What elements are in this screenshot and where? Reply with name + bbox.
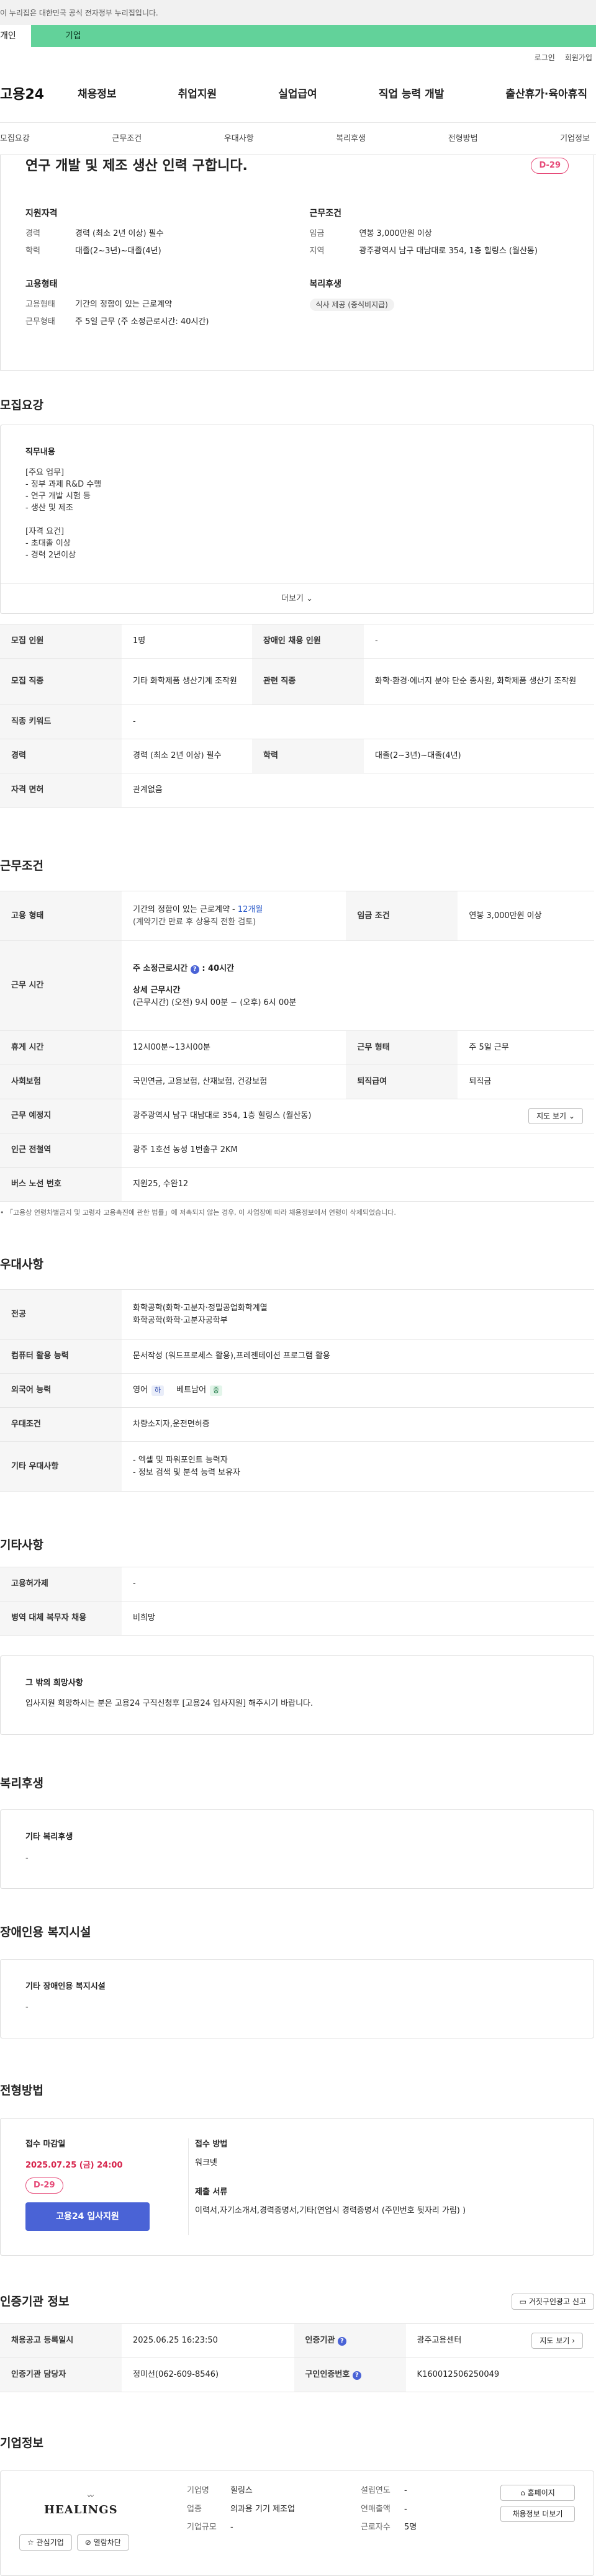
summary-welfare: 복리후생 식사 제공 (중식비지급) bbox=[309, 278, 569, 333]
section-title-recruit: 모집요강 bbox=[0, 399, 43, 412]
info-icon[interactable]: ? bbox=[337, 2336, 346, 2346]
duty-line bbox=[25, 514, 569, 526]
level-tag: 중 bbox=[210, 1385, 223, 1396]
util-links: 로그인 회원가입 bbox=[0, 47, 596, 67]
level-tag: 하 bbox=[151, 1385, 165, 1396]
recruit-table: 모집 인원 1명 장애인 채용 인원 - 모집 직종 기타 화학제품 생산기계 조작원… bbox=[0, 623, 594, 808]
anchor-conditions[interactable]: 근무조건 bbox=[112, 133, 142, 145]
anchor-preference[interactable]: 우대사항 bbox=[224, 133, 254, 145]
duty-line: [자격 요건] bbox=[25, 527, 65, 536]
summary-employment: 고용형태 고용형태 기간의 정함이 있는 근로계약 근무형태 주 5일 근무 (주 … bbox=[25, 279, 209, 327]
welfare-chip: 식사 제공 (중식비지급) bbox=[309, 299, 394, 311]
apply-button[interactable]: 고용24 입사지원 bbox=[25, 2202, 150, 2231]
duty-box: 직무내용 [주요 업무] - 정부 과제 R&D 수행 - 연구 개발 시험 등- … bbox=[0, 424, 594, 614]
info-icon[interactable]: ? bbox=[190, 965, 199, 974]
etc-table: 고용허가제 - 병역 대체 복무자 채용 비희망 bbox=[0, 1566, 594, 1636]
gnb-item-support[interactable]: 취업지원 bbox=[178, 87, 217, 103]
anchor-company[interactable]: 기업정보 bbox=[560, 133, 590, 145]
chevron-down-icon: ⌄ bbox=[306, 593, 313, 603]
duty-line: - 초대졸 이상 bbox=[25, 539, 71, 548]
duty-line: - 연구 개발 시험 등 bbox=[25, 492, 91, 501]
document-icon: ▭ bbox=[519, 2297, 527, 2307]
section-title-preference: 우대사항 bbox=[0, 1257, 43, 1271]
map-view-button[interactable]: 지도 보기 ⌄ bbox=[528, 1108, 583, 1124]
section-title-etc: 기타사항 bbox=[0, 1538, 43, 1552]
duty-line: - 생산 및 제조 bbox=[25, 503, 73, 513]
preference-table: 전공 화학공학(화학·고분자·정밀공업화학계열 화학공학(화학·고분자공학부 컴퓨… bbox=[0, 1289, 594, 1492]
gov-banner: 이 누리집은 대한민국 공식 전자정부 누리집입니다. bbox=[0, 0, 596, 25]
section-title-auth: 인증기관 정보 bbox=[0, 2295, 70, 2308]
chevron-down-icon: ⌄ bbox=[568, 1112, 575, 1120]
block-view-button[interactable]: ⊘ 열람차단 bbox=[76, 2534, 129, 2551]
duty-text: [주요 업무] - 정부 과제 R&D 수행 - 연구 개발 시험 등 - 생산 및 … bbox=[25, 467, 569, 561]
company-logo: 〰 HEALINGS bbox=[44, 2493, 118, 2516]
summary-conditions: 근무조건 임금 연봉 3,000만원 이상 지역 광주광역시 남구 대남대로 354… bbox=[309, 209, 538, 256]
anchor-recruit[interactable]: 모집요강 bbox=[0, 133, 30, 145]
block-icon: ⊘ bbox=[84, 2538, 91, 2547]
dday-badge: D-29 bbox=[25, 2177, 63, 2194]
info-icon[interactable]: ? bbox=[352, 2371, 361, 2380]
auth-table: 채용공고 등록일시 2025.06.25 16:23:50 인증기관 ? 광주고용… bbox=[0, 2323, 594, 2392]
gnb-item-leave[interactable]: 출산휴가·육아휴직 bbox=[505, 87, 587, 103]
summary-qualification: 지원자격 경력 경력 (최소 2년 이상) 필수 학력 대졸(2~3년)~대졸(4년… bbox=[25, 209, 164, 256]
anchor-welfare[interactable]: 복리후생 bbox=[336, 133, 366, 145]
site-logo[interactable]: 고용24 bbox=[0, 84, 78, 105]
job-title: 연구 개발 및 제조 생산 인력 구합니다. bbox=[25, 158, 248, 174]
deadline-value: 2025.07.25 (금) 24:00 bbox=[25, 2160, 123, 2170]
anchor-process[interactable]: 전형방법 bbox=[448, 133, 478, 145]
favorite-company-button[interactable]: ☆ 관심기업 bbox=[19, 2534, 72, 2551]
wish-box: 그 밖의 희망사항 입사지원 희망하시는 분은 고용24 구직신청후 [고용24… bbox=[0, 1655, 594, 1735]
conditions-table: 고용 형태 기간의 정함이 있는 근로계약 - 12개월 (계약기간 만료 후 … bbox=[0, 891, 594, 1202]
signup-link[interactable]: 회원가입 bbox=[565, 52, 592, 67]
star-icon: ☆ bbox=[27, 2538, 34, 2547]
user-type-tabs: 개인 기업 bbox=[0, 25, 596, 47]
job-summary-card: 연구 개발 및 제조 생산 인력 구합니다. D-29 지원자격 경력 경력 (최… bbox=[0, 155, 594, 371]
dday-badge: D-29 bbox=[531, 158, 569, 174]
gnb-item-unemployment[interactable]: 실업급여 bbox=[278, 87, 317, 103]
homepage-button[interactable]: ⌂ 홈페이지 bbox=[500, 2485, 575, 2501]
global-nav: 고용24 채용정보 취업지원 실업급여 직업 능력 개발 출산휴가·육아휴직 bbox=[0, 67, 596, 123]
law-note: • 「고용상 연령차별금지 및 고령자 고용촉진에 관한 법률」에 저촉되지 않… bbox=[0, 1209, 396, 1217]
agency-map-button[interactable]: 지도 보기 › bbox=[531, 2332, 583, 2349]
company-box: 〰 HEALINGS ☆ 관심기업 ⊘ 열람차단 기업명 힐링스 업종 의과용 기기… bbox=[0, 2470, 594, 2576]
section-title-process: 전형방법 bbox=[0, 2083, 43, 2097]
gnb-item-jobs[interactable]: 채용정보 bbox=[78, 87, 117, 103]
duty-line: - 경력 2년이상 bbox=[25, 551, 76, 560]
section-anchor-nav: 모집요강 근무조건 우대사항 복리후생 전형방법 기업정보 bbox=[0, 123, 596, 155]
report-fake-ad-button[interactable]: ▭ 거짓구인광고 신고 bbox=[511, 2294, 594, 2310]
tab-personal[interactable]: 개인 bbox=[0, 25, 31, 47]
more-button[interactable]: 더보기 ⌄ bbox=[1, 583, 594, 613]
gnb-item-training[interactable]: 직업 능력 개발 bbox=[379, 87, 445, 103]
welfare-box: 기타 복리후생 - bbox=[0, 1809, 594, 1889]
tab-company[interactable]: 기업 bbox=[31, 25, 596, 47]
process-box: 접수 마감일 2025.07.25 (금) 24:00 D-29 고용24 입사… bbox=[0, 2118, 594, 2256]
more-jobs-button[interactable]: 채용정보 더보기 bbox=[500, 2506, 575, 2522]
section-title-welfare: 복리후생 bbox=[0, 1776, 43, 1790]
disability-box: 기타 장애인용 복지시설 - bbox=[0, 1958, 594, 2038]
login-link[interactable]: 로그인 bbox=[535, 52, 555, 67]
home-icon: ⌂ bbox=[520, 2488, 525, 2497]
section-title-conditions: 근무조건 bbox=[0, 858, 43, 873]
duty-line: [주요 업무] bbox=[25, 468, 65, 477]
duty-line: - 정부 과제 R&D 수행 bbox=[25, 480, 102, 489]
section-title-company: 기업정보 bbox=[0, 2436, 43, 2450]
section-title-disability: 장애인용 복지시설 bbox=[0, 1925, 91, 1939]
